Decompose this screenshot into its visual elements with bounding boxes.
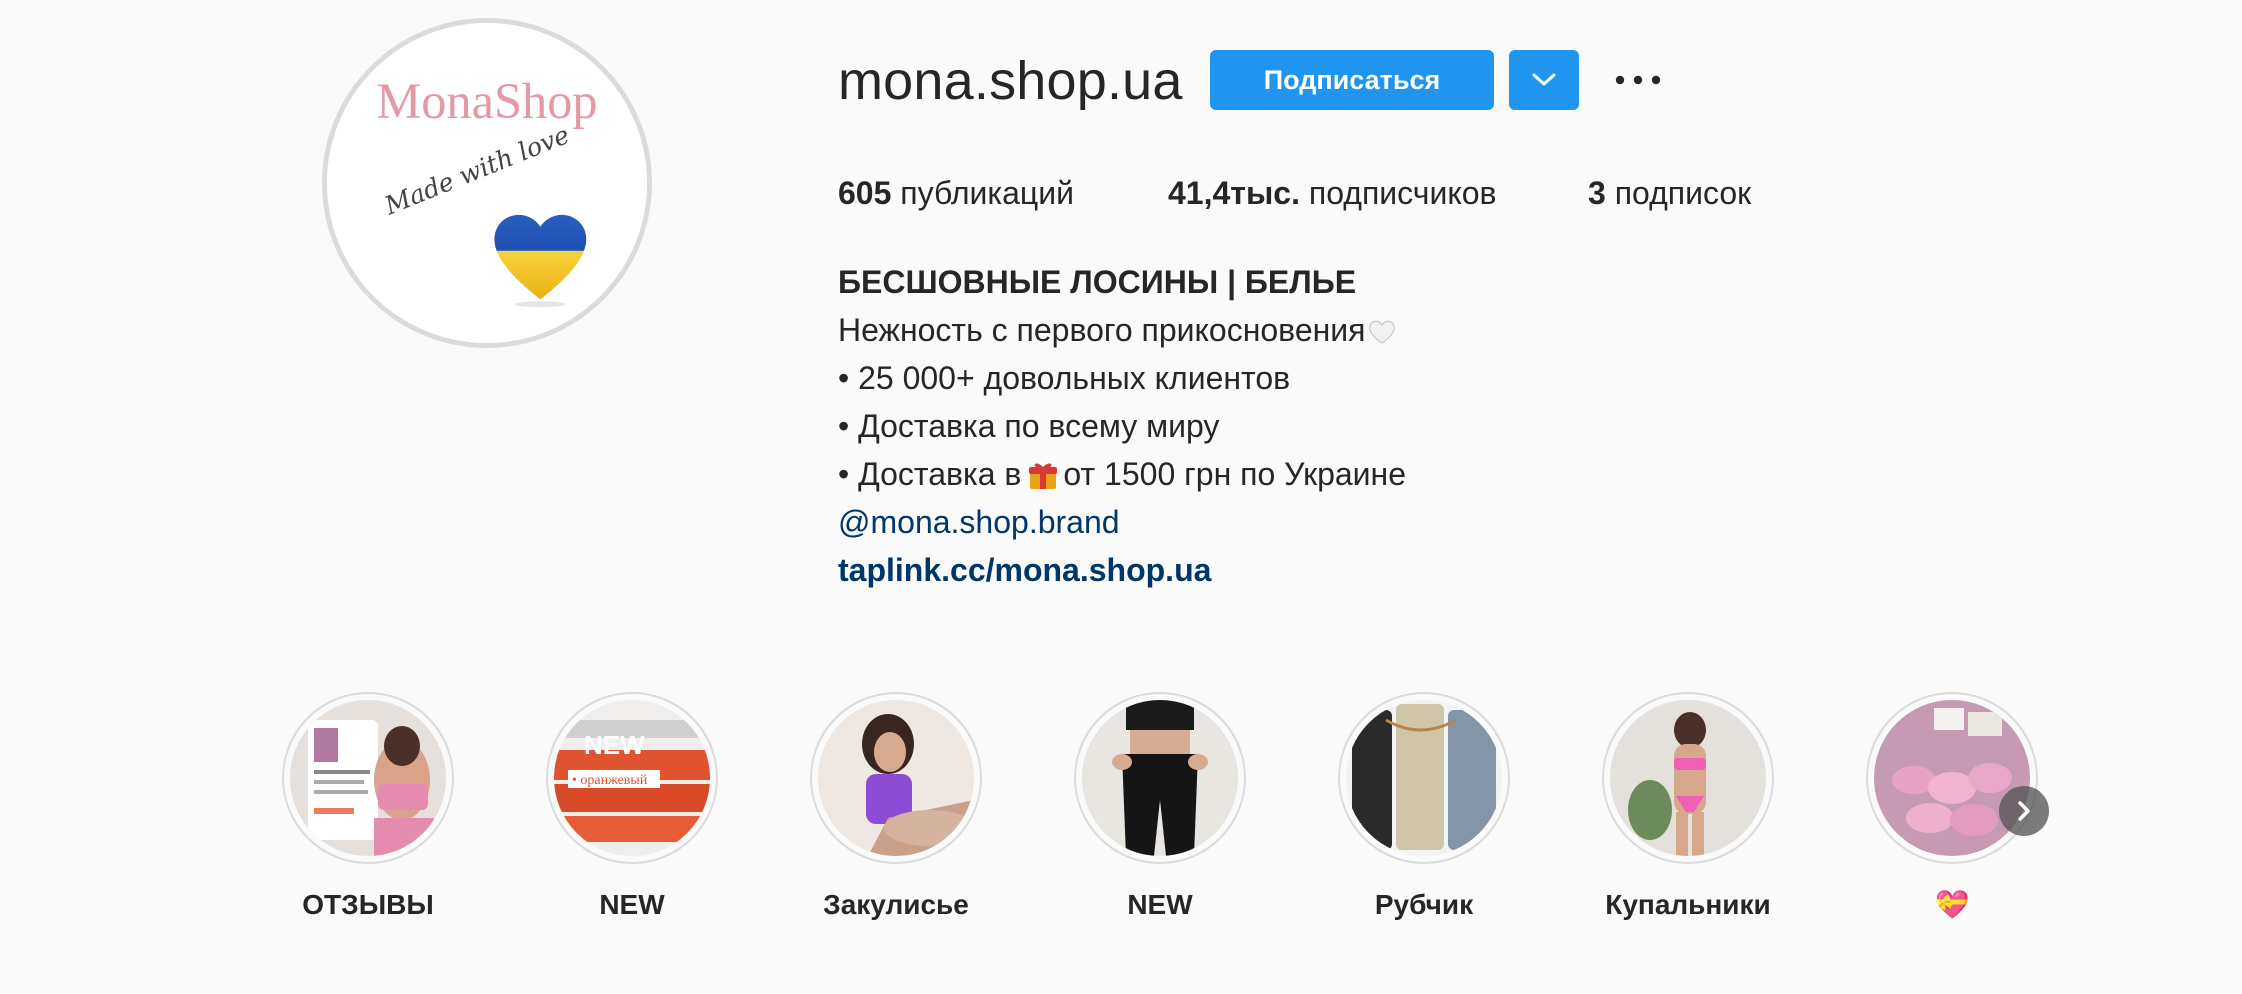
following-label: подписок (1614, 175, 1752, 211)
bio-line-1-text: Нежность с первого прикосновения (838, 312, 1366, 348)
posts-label: публикаций (900, 175, 1074, 211)
highlight-cover-image: NEW • оранжевый (554, 700, 710, 856)
following-stat[interactable]: 3 подписок (1588, 172, 1751, 214)
highlight-label: Рубчик (1374, 889, 1474, 920)
highlight-backstage[interactable]: Закулисье (796, 692, 996, 922)
logo-text: MonaShop (376, 73, 597, 129)
bio-line-1: Нежность с первого прикосновения (838, 306, 1738, 354)
bio-line-4: • Доставка в от 1500 грн по Украине (838, 450, 1738, 498)
instagram-profile-page: MonaShop Made with love mona.shop.ua Под… (0, 0, 2242, 994)
highlight-overlay-caption: • оранжевый (572, 773, 648, 788)
highlight-ring (1074, 692, 1246, 864)
chevron-down-icon (1532, 73, 1556, 86)
highlight-ribbed[interactable]: Рубчик (1324, 692, 1524, 922)
highlight-overlay-new: NEW (584, 730, 645, 760)
highlight-swimwear[interactable]: Купальники (1588, 692, 1788, 922)
profile-avatar[interactable]: MonaShop Made with love (322, 18, 652, 348)
highlight-label: ОТЗЫВЫ (302, 889, 434, 920)
highlight-label: 💝 (1934, 889, 1970, 920)
bio-website-link[interactable]: taplink.cc/mona.shop.ua (838, 546, 1738, 594)
white-heart-icon (1369, 320, 1396, 344)
highlights-next-button[interactable] (1999, 786, 2049, 836)
highlight-new-1[interactable]: NEW • оранжевый NEW (532, 692, 732, 922)
highlight-ring (1338, 692, 1510, 864)
highlight-ring (1866, 692, 2038, 864)
posts-stat: 605 публикаций (838, 172, 1074, 214)
bio-line-4-after: от 1500 грн по Украине (1063, 456, 1406, 492)
highlight-cover-image (1610, 700, 1766, 856)
following-count: 3 (1588, 175, 1606, 211)
followers-count: 41,4тыс. (1168, 175, 1300, 211)
suggestions-dropdown-button[interactable] (1509, 50, 1579, 110)
highlight-cover-image (290, 700, 446, 856)
highlight-new-2[interactable]: NEW (1060, 692, 1260, 922)
bio-line-2: • 25 000+ довольных клиентов (838, 360, 1291, 396)
bio-mention-link[interactable]: @mona.shop.brand (838, 498, 1738, 546)
highlight-ring: NEW • оранжевый (546, 692, 718, 864)
highlight-ring (282, 692, 454, 864)
highlight-reviews[interactable]: ОТЗЫВЫ (268, 692, 468, 922)
follow-button[interactable]: Подписаться (1210, 50, 1494, 110)
posts-count: 605 (838, 175, 892, 211)
highlight-label: Закулисье (823, 889, 969, 920)
highlight-ring (1602, 692, 1774, 864)
highlight-cover-image (1874, 700, 2030, 856)
profile-bio: БЕСШОВНЫЕ ЛОСИНЫ | БЕЛЬЕ Нежность с перв… (838, 258, 1738, 594)
more-options-button[interactable] (1608, 62, 1668, 98)
monashop-logo: MonaShop Made with love (327, 23, 647, 343)
highlight-label: NEW (1127, 889, 1193, 920)
highlight-cover-image (1346, 700, 1502, 856)
followers-label: подписчиков (1308, 175, 1497, 211)
highlight-cover-image (1082, 700, 1238, 856)
bio-line-3: • Доставка по всему миру (838, 408, 1220, 444)
profile-username: mona.shop.ua (838, 51, 1183, 111)
highlight-label: Купальники (1605, 889, 1771, 920)
gift-icon (1029, 463, 1058, 489)
highlight-cover-image (818, 700, 974, 856)
followers-stat[interactable]: 41,4тыс. подписчиков (1168, 172, 1497, 214)
bio-name: БЕСШОВНЫЕ ЛОСИНЫ | БЕЛЬЕ (838, 264, 1357, 300)
chevron-right-icon (2018, 801, 2030, 821)
more-horizontal-icon (1615, 75, 1661, 85)
highlight-ring (810, 692, 982, 864)
bio-line-4-before: • Доставка в (838, 456, 1022, 492)
highlight-label: NEW (599, 889, 665, 920)
